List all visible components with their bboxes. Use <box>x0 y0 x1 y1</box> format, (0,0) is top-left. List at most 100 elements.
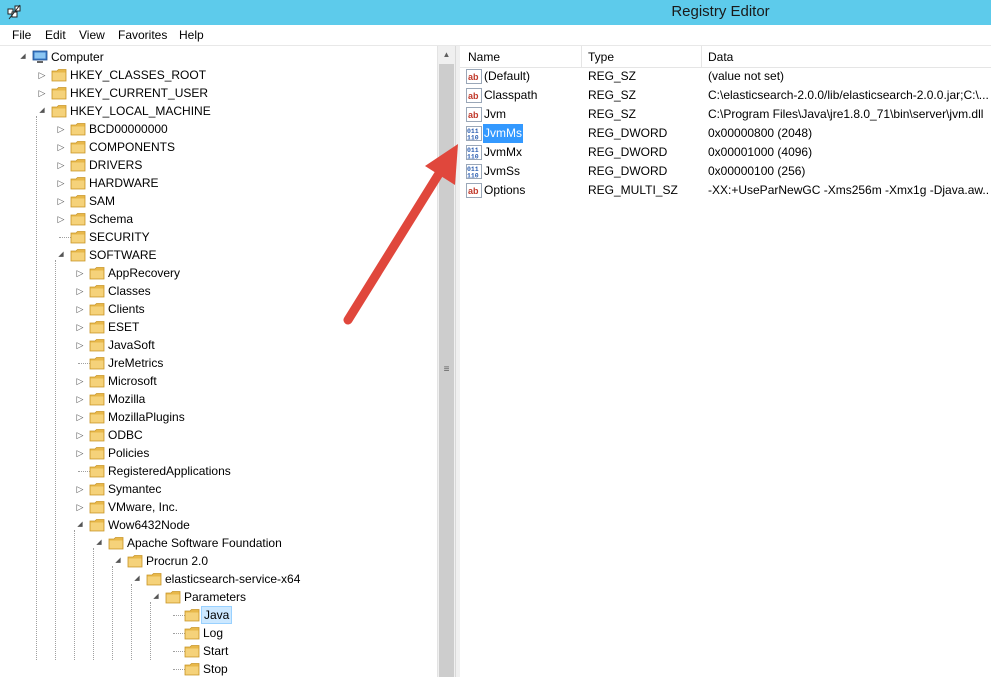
tree-node[interactable]: ▷ HARDWARE <box>0 174 437 192</box>
value-row[interactable]: ab Jvm REG_SZ C:\Program Files\Java\jre1.8.… <box>460 105 991 124</box>
tree-node-label[interactable]: BCD00000000 <box>87 120 170 138</box>
tree-node[interactable]: ▷ SAM <box>0 192 437 210</box>
tree-node[interactable]: ▷ Symantec <box>0 480 437 498</box>
tree-node-label[interactable]: Policies <box>106 444 151 462</box>
registry-values-list[interactable]: Name Type Data ab (Default) REG_SZ (value n… <box>460 46 991 677</box>
tree-node-label[interactable]: SECURITY <box>87 228 152 246</box>
expand-arrow-icon[interactable]: ▷ <box>75 300 85 318</box>
tree-node-label[interactable]: Wow6432Node <box>106 516 192 534</box>
value-name[interactable]: (Default) <box>483 67 531 86</box>
value-name[interactable]: Jvm <box>483 105 507 124</box>
menu-file[interactable]: File <box>12 28 31 42</box>
expand-arrow-icon[interactable]: ▷ <box>75 264 85 282</box>
tree-node-label[interactable]: JavaSoft <box>106 336 157 354</box>
value-row[interactable]: ab Options REG_MULTI_SZ -XX:+UseParNewGC -X… <box>460 181 991 200</box>
menu-edit[interactable]: Edit <box>45 28 66 42</box>
collapse-arrow-icon[interactable]: ◢ <box>151 588 161 606</box>
tree-node[interactable]: ▷ BCD00000000 <box>0 120 437 138</box>
tree-node[interactable]: ◢ Apache Software Foundation <box>0 534 437 552</box>
value-row[interactable]: 011 110 JvmMs REG_DWORD 0x00000800 (2048) <box>460 124 991 143</box>
tree-node[interactable]: ◢ Computer <box>0 48 437 66</box>
tree-node-label[interactable]: SAM <box>87 192 117 210</box>
tree-node[interactable]: ◢ SOFTWARE <box>0 246 437 264</box>
collapse-arrow-icon[interactable]: ◢ <box>37 102 47 120</box>
tree-node-label[interactable]: MozillaPlugins <box>106 408 187 426</box>
tree-node-label[interactable]: Mozilla <box>106 390 147 408</box>
column-divider[interactable] <box>581 46 582 68</box>
tree-node-label[interactable]: Schema <box>87 210 135 228</box>
tree-node-label[interactable]: Classes <box>106 282 153 300</box>
tree-node[interactable]: SECURITY <box>0 228 437 246</box>
menu-help[interactable]: Help <box>179 28 204 42</box>
tree-node[interactable]: ▷ JavaSoft <box>0 336 437 354</box>
expand-arrow-icon[interactable]: ▷ <box>37 84 47 102</box>
tree-node[interactable]: ▷ Policies <box>0 444 437 462</box>
tree-node[interactable]: JreMetrics <box>0 354 437 372</box>
tree-node-label[interactable]: HKEY_CLASSES_ROOT <box>68 66 208 84</box>
tree-node[interactable]: ▷ ESET <box>0 318 437 336</box>
tree-node[interactable]: ◢ Wow6432Node <box>0 516 437 534</box>
expand-arrow-icon[interactable]: ▷ <box>75 426 85 444</box>
column-divider[interactable] <box>701 46 702 68</box>
collapse-arrow-icon[interactable]: ◢ <box>94 534 104 552</box>
tree-node[interactable]: ▷ ODBC <box>0 426 437 444</box>
tree-node[interactable]: ▷ Microsoft <box>0 372 437 390</box>
tree-node-label[interactable]: HKEY_LOCAL_MACHINE <box>68 102 213 120</box>
tree-node[interactable]: ▷ Mozilla <box>0 390 437 408</box>
value-name[interactable]: JvmMx <box>483 143 523 162</box>
tree-node-label[interactable]: Stop <box>201 660 230 677</box>
expand-arrow-icon[interactable]: ▷ <box>75 318 85 336</box>
value-row[interactable]: 011 110 JvmMx REG_DWORD 0x00001000 (4096) <box>460 143 991 162</box>
expand-arrow-icon[interactable]: ▷ <box>75 336 85 354</box>
expand-arrow-icon[interactable]: ▷ <box>75 390 85 408</box>
tree-node[interactable]: ◢ HKEY_LOCAL_MACHINE <box>0 102 437 120</box>
collapse-arrow-icon[interactable]: ◢ <box>75 516 85 534</box>
tree-node[interactable]: Log <box>0 624 437 642</box>
expand-arrow-icon[interactable]: ▷ <box>75 372 85 390</box>
expand-arrow-icon[interactable]: ▷ <box>75 282 85 300</box>
tree-node[interactable]: ◢ Parameters <box>0 588 437 606</box>
column-header-name[interactable]: Name <box>468 50 500 64</box>
value-name[interactable]: JvmMs <box>483 124 523 143</box>
expand-arrow-icon[interactable]: ▷ <box>75 480 85 498</box>
tree-node-label[interactable]: JreMetrics <box>106 354 165 372</box>
expand-arrow-icon[interactable]: ▷ <box>56 120 66 138</box>
collapse-arrow-icon[interactable]: ◢ <box>18 48 28 66</box>
tree-node-label[interactable]: ODBC <box>106 426 145 444</box>
expand-arrow-icon[interactable]: ▷ <box>37 66 47 84</box>
tree-node-label[interactable]: SOFTWARE <box>87 246 159 264</box>
tree-node[interactable]: ▷ Clients <box>0 300 437 318</box>
collapse-arrow-icon[interactable]: ◢ <box>132 570 142 588</box>
tree-node[interactable]: Start <box>0 642 437 660</box>
tree-node-label[interactable]: Procrun 2.0 <box>144 552 210 570</box>
value-name[interactable]: JvmSs <box>483 162 521 181</box>
tree-node[interactable]: ▷ COMPONENTS <box>0 138 437 156</box>
collapse-arrow-icon[interactable]: ◢ <box>56 246 66 264</box>
tree-node-label[interactable]: elasticsearch-service-x64 <box>163 570 302 588</box>
scroll-thumb[interactable]: ≡ <box>439 64 454 677</box>
tree-node[interactable]: ▷ VMware, Inc. <box>0 498 437 516</box>
tree-node[interactable]: ▷ Schema <box>0 210 437 228</box>
expand-arrow-icon[interactable]: ▷ <box>56 174 66 192</box>
tree-node-label[interactable]: Log <box>201 624 225 642</box>
expand-arrow-icon[interactable]: ▷ <box>56 192 66 210</box>
tree-node[interactable]: RegisteredApplications <box>0 462 437 480</box>
tree-node[interactable]: ▷ HKEY_CLASSES_ROOT <box>0 66 437 84</box>
tree-node-label[interactable]: Parameters <box>182 588 248 606</box>
tree-node-label[interactable]: DRIVERS <box>87 156 144 174</box>
value-row[interactable]: ab (Default) REG_SZ (value not set) <box>460 67 991 86</box>
tree-node[interactable]: ◢ Procrun 2.0 <box>0 552 437 570</box>
menu-view[interactable]: View <box>79 28 105 42</box>
tree-node-label[interactable]: RegisteredApplications <box>106 462 233 480</box>
expand-arrow-icon[interactable]: ▷ <box>75 408 85 426</box>
expand-arrow-icon[interactable]: ▷ <box>56 138 66 156</box>
tree-node-label[interactable]: Microsoft <box>106 372 159 390</box>
expand-arrow-icon[interactable]: ▷ <box>75 444 85 462</box>
tree-node-label[interactable]: Clients <box>106 300 147 318</box>
tree-node[interactable]: ▷ HKEY_CURRENT_USER <box>0 84 437 102</box>
tree-node[interactable]: ▷ DRIVERS <box>0 156 437 174</box>
tree-node-label[interactable]: COMPONENTS <box>87 138 177 156</box>
tree-node-label[interactable]: AppRecovery <box>106 264 182 282</box>
tree-node[interactable]: Stop <box>0 660 437 677</box>
tree-node-label[interactable]: Symantec <box>106 480 163 498</box>
